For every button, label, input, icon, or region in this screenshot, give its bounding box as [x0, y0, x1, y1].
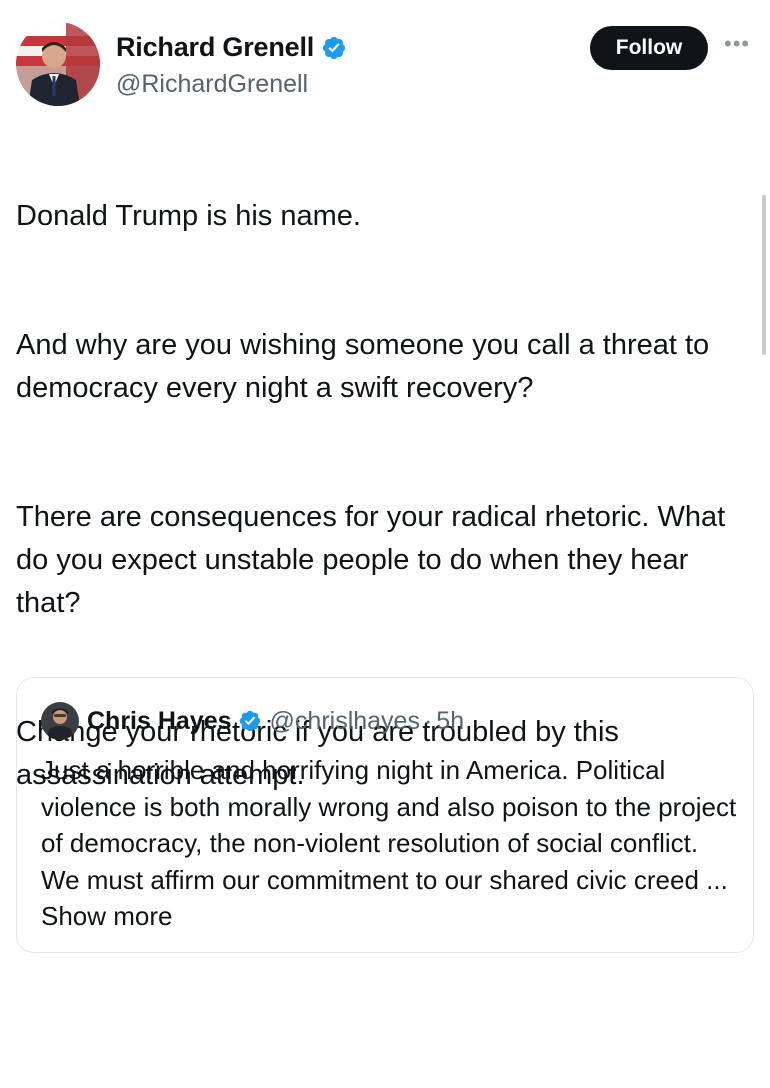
tweet-card: Richard Grenell @RichardGrenell Follow •… [0, 0, 770, 1088]
tweet-header: Richard Grenell @RichardGrenell Follow •… [16, 20, 756, 110]
more-icon[interactable]: ••• [724, 33, 750, 55]
quoted-author-avatar [41, 702, 79, 740]
separator-dot: · [423, 706, 433, 735]
quoted-tweet-header: Chris Hayes @chrislhayes · 5h [41, 702, 464, 740]
tweet-paragraph: There are consequences for your radical … [16, 501, 726, 619]
quoted-timestamp[interactable]: 5h [436, 707, 464, 736]
tweet-paragraph: And why are you wishing someone you call… [16, 329, 710, 404]
follow-button[interactable]: Follow [590, 26, 708, 70]
tweet-paragraph: Donald Trump is his name. [16, 200, 361, 232]
verified-badge-icon [238, 709, 262, 733]
quoted-text-body: Just a horrible and horrifying night in … [41, 755, 737, 895]
quoted-author-handle[interactable]: @chrislhayes [270, 707, 420, 736]
author-avatar[interactable] [16, 22, 100, 106]
show-more-link[interactable]: Show more [41, 901, 173, 931]
scrollbar[interactable] [762, 195, 766, 355]
quoted-author-name[interactable]: Chris Hayes [87, 707, 232, 736]
author-handle[interactable]: @RichardGrenell [116, 70, 308, 99]
quoted-tweet[interactable]: Chris Hayes @chrislhayes · 5h Just a hor… [16, 677, 754, 953]
verified-badge-icon [321, 35, 347, 61]
author-name-row: Richard Grenell [116, 32, 347, 63]
quoted-tweet-text: Just a horrible and horrifying night in … [41, 752, 741, 935]
author-name[interactable]: Richard Grenell [116, 32, 314, 63]
